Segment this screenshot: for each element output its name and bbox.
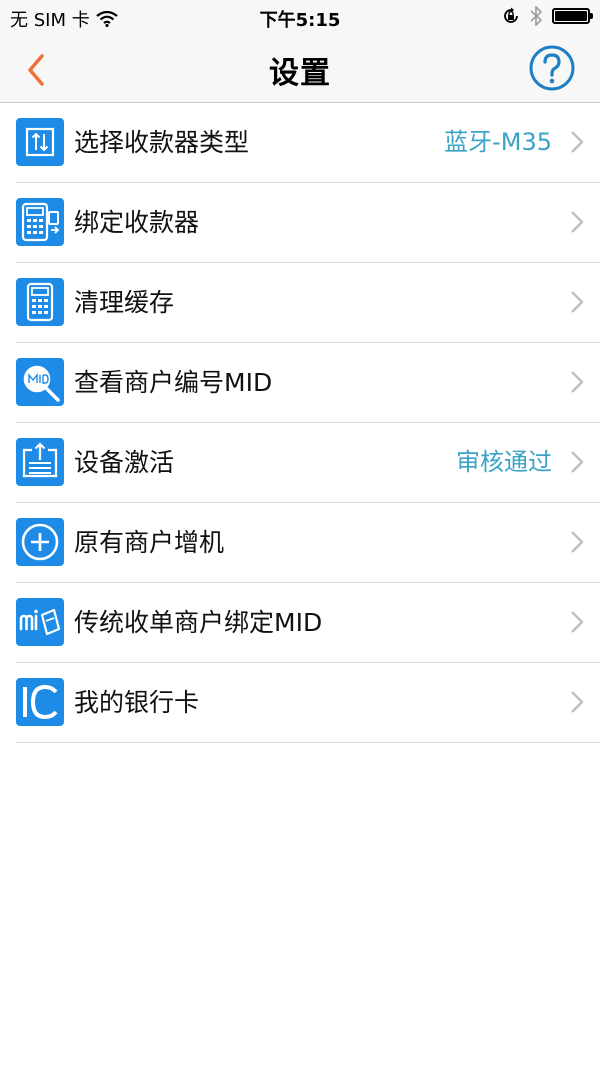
settings-item-bank-card[interactable]: 我的银行卡	[16, 663, 600, 743]
chevron-right-icon	[571, 371, 584, 393]
settings-item-bind-reader[interactable]: 绑定收款器	[16, 183, 600, 263]
settings-item-label: 传统收单商户绑定MID	[74, 608, 323, 637]
question-circle-icon	[529, 45, 575, 91]
settings-item-clear-cache[interactable]: 清理缓存	[16, 263, 600, 343]
navigation-bar: 设置	[0, 36, 600, 103]
status-right	[502, 6, 593, 26]
settings-item-label: 设备激活	[74, 448, 175, 477]
mid-badge-icon	[16, 598, 64, 646]
chevron-right-icon	[571, 531, 584, 553]
swap-arrows-icon	[16, 118, 64, 166]
settings-list: 选择收款器类型 蓝牙-M35 绑定收款器 清理缓存 查看商户编号MID 设备激活…	[0, 103, 600, 743]
settings-item-label: 查看商户编号MID	[74, 368, 273, 397]
rotation-lock-icon	[504, 7, 518, 23]
settings-item-label: 原有商户增机	[74, 528, 225, 557]
settings-item-label: 绑定收款器	[74, 208, 200, 237]
upload-tray-icon	[16, 438, 64, 486]
settings-item-add-terminal[interactable]: 原有商户增机	[16, 503, 600, 583]
chevron-right-icon	[571, 211, 584, 233]
bluetooth-icon	[530, 6, 542, 26]
status-bar: 无 SIM 卡 下午5:15	[0, 0, 600, 36]
settings-item-value: 审核通过	[456, 448, 552, 476]
chevron-right-icon	[571, 291, 584, 313]
card-reader-icon	[16, 198, 64, 246]
battery-icon	[552, 8, 593, 24]
settings-item-value: 蓝牙-M35	[444, 128, 552, 156]
settings-item-label: 我的银行卡	[74, 688, 200, 717]
page-title: 设置	[269, 56, 331, 91]
ic-card-icon	[16, 678, 64, 726]
chevron-right-icon	[571, 691, 584, 713]
chevron-right-icon	[571, 611, 584, 633]
settings-item-label: 选择收款器类型	[74, 128, 250, 157]
settings-item-view-mid[interactable]: 查看商户编号MID	[16, 343, 600, 423]
help-button[interactable]	[528, 44, 576, 92]
settings-item-bind-mid[interactable]: 传统收单商户绑定MID	[16, 583, 600, 663]
settings-item-reader-type[interactable]: 选择收款器类型 蓝牙-M35	[16, 103, 600, 183]
settings-item-device-activation[interactable]: 设备激活 审核通过	[16, 423, 600, 503]
plus-circle-icon	[16, 518, 64, 566]
chevron-right-icon	[571, 451, 584, 473]
settings-item-label: 清理缓存	[74, 288, 175, 317]
chevron-right-icon	[571, 131, 584, 153]
mid-search-icon	[16, 358, 64, 406]
calculator-icon	[16, 278, 64, 326]
